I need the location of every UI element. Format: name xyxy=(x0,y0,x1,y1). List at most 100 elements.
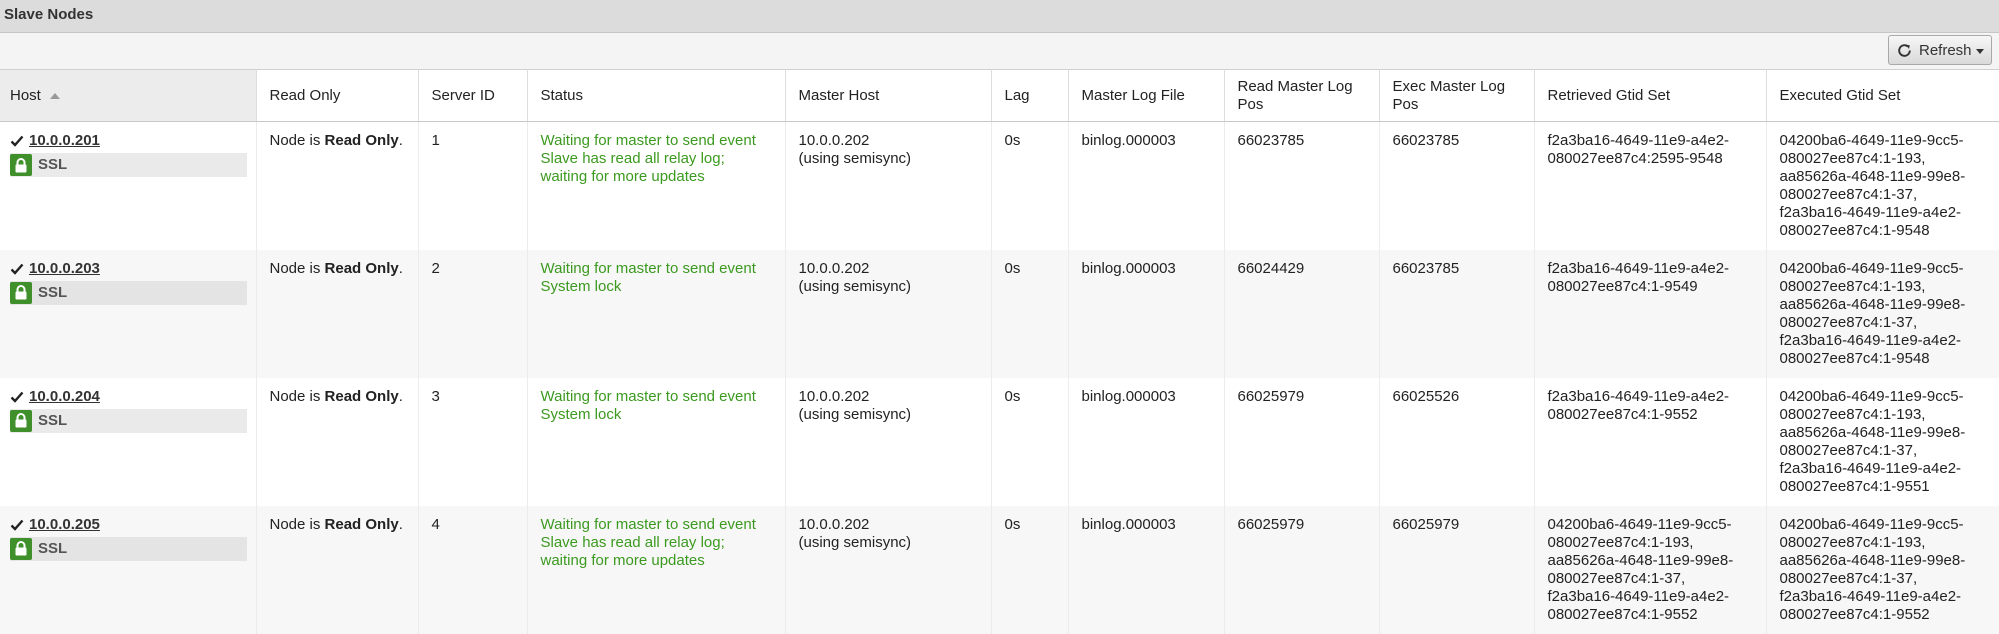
executed-gtid-set-cell: 04200ba6-4649-11e9-9cc5- 080027ee87c4:1-1… xyxy=(1766,377,1999,506)
executed-gtid-line: 080027ee87c4:1-193, xyxy=(1779,405,1926,423)
lock-icon xyxy=(10,281,32,304)
column-header-master-log-file[interactable]: Master Log File xyxy=(1068,69,1225,122)
retrieved-gtid-line: 080027ee87c4:1-9552 xyxy=(1547,605,1698,623)
host-cell: 10.0.0.203 SSL xyxy=(0,249,257,378)
column-header-lag[interactable]: Lag xyxy=(991,69,1069,122)
status-line-1: Waiting for master to send event xyxy=(540,387,756,405)
executed-gtid-line: 080027ee87c4:1-37, xyxy=(1779,441,1918,459)
column-header-server-id[interactable]: Server ID xyxy=(418,69,528,122)
status-line-1: Waiting for master to send event xyxy=(540,259,756,277)
ssl-label: SSL xyxy=(38,539,68,557)
executed-gtid-line: 080027ee87c4:1-9551 xyxy=(1779,477,1930,495)
executed-gtid-line: 080027ee87c4:1-193, xyxy=(1779,277,1926,295)
column-header-host-label: Host xyxy=(10,86,41,104)
exec-master-log-pos-cell: 66023785 xyxy=(1379,121,1535,250)
read-only-value: Read Only xyxy=(324,515,399,533)
master-host-value: 10.0.0.202 xyxy=(798,259,870,277)
executed-gtid-line: 04200ba6-4649-11e9-9cc5- xyxy=(1779,515,1964,533)
column-header-executed-gtid-set[interactable]: Executed Gtid Set xyxy=(1766,69,1999,122)
host-link[interactable]: 10.0.0.203 xyxy=(29,260,100,278)
status-line-1: Waiting for master to send event xyxy=(540,132,756,149)
status-line-1: Waiting for master to send event xyxy=(540,515,756,533)
ssl-indicator: SSL xyxy=(10,408,247,433)
exec-master-log-pos-cell: 66025979 xyxy=(1379,505,1535,634)
read-only-prefix: Node is xyxy=(269,515,325,533)
table-row: 10.0.0.205 SSL Node is Read Only. 4 Wait… xyxy=(0,505,1999,634)
read-only-prefix: Node is xyxy=(269,387,325,405)
lock-icon xyxy=(10,154,32,176)
table-row: 10.0.0.203 SSL Node is Read Only. 2 Wait… xyxy=(0,249,1999,378)
read-only-prefix: Node is xyxy=(269,132,325,149)
master-host-cell: 10.0.0.202 (using semisync) xyxy=(785,121,992,250)
executed-gtid-line: f2a3ba16-4649-11e9-a4e2- xyxy=(1779,331,1962,349)
executed-gtid-line: aa85626a-4648-11e9-99e8- xyxy=(1779,423,1966,441)
check-icon xyxy=(10,263,24,275)
panel-title: Slave Nodes xyxy=(4,6,94,23)
executed-gtid-line: 04200ba6-4649-11e9-9cc5- xyxy=(1779,132,1964,149)
master-host-value: 10.0.0.202 xyxy=(798,132,870,149)
retrieved-gtid-set-cell: f2a3ba16-4649-11e9-a4e2- 080027ee87c4:259… xyxy=(1534,121,1767,250)
host-link[interactable]: 10.0.0.201 xyxy=(29,132,100,150)
column-header-read-master-log-pos[interactable]: Read Master Log Pos xyxy=(1224,69,1380,122)
table-row: 10.0.0.201 SSL Node is Read Only. 1 Wait… xyxy=(0,121,1999,250)
ssl-label: SSL xyxy=(38,156,68,173)
read-only-cell: Node is Read Only. xyxy=(256,377,419,506)
column-header-master-host[interactable]: Master Host xyxy=(785,69,992,122)
host-cell: 10.0.0.205 SSL xyxy=(0,505,257,634)
lock-icon xyxy=(10,537,32,560)
server-id-cell: 4 xyxy=(418,505,528,634)
server-id-cell: 2 xyxy=(418,249,528,378)
read-master-log-pos-cell: 66025979 xyxy=(1224,377,1380,506)
retrieved-gtid-set-cell: 04200ba6-4649-11e9-9cc5- 080027ee87c4:1-1… xyxy=(1534,505,1767,634)
read-only-prefix: Node is xyxy=(269,259,325,277)
status-cell: Waiting for master to send event Slave h… xyxy=(527,505,786,634)
read-only-suffix: . xyxy=(398,387,403,405)
status-line-2: System lock xyxy=(540,405,622,423)
retrieved-gtid-line: 080027ee87c4:2595-9548 xyxy=(1547,150,1723,167)
chevron-down-icon[interactable] xyxy=(1976,49,1984,54)
read-only-value: Read Only xyxy=(324,259,399,277)
read-master-log-pos-cell: 66024429 xyxy=(1224,249,1380,378)
master-host-note: (using semisync) xyxy=(798,277,912,295)
master-host-cell: 10.0.0.202 (using semisync) xyxy=(785,249,992,378)
lag-cell: 0s xyxy=(991,377,1069,506)
column-header-read-only[interactable]: Read Only xyxy=(256,69,419,122)
host-link[interactable]: 10.0.0.205 xyxy=(29,516,100,534)
executed-gtid-line: aa85626a-4648-11e9-99e8- xyxy=(1779,295,1966,313)
refresh-label: Refresh xyxy=(1919,42,1972,59)
exec-master-log-pos-cell: 66025526 xyxy=(1379,377,1535,506)
toolbar: Refresh xyxy=(0,33,1999,69)
column-header-retrieved-gtid-set[interactable]: Retrieved Gtid Set xyxy=(1534,69,1767,122)
column-header-status[interactable]: Status xyxy=(527,69,786,122)
executed-gtid-line: 080027ee87c4:1-193, xyxy=(1779,150,1926,167)
status-line-2: Slave has read all relay log; waiting fo… xyxy=(540,533,725,569)
executed-gtid-line: 04200ba6-4649-11e9-9cc5- xyxy=(1779,259,1964,277)
executed-gtid-line: 04200ba6-4649-11e9-9cc5- xyxy=(1779,387,1964,405)
lag-cell: 0s xyxy=(991,505,1069,634)
read-master-log-pos-cell: 66025979 xyxy=(1224,505,1380,634)
master-log-file-cell: binlog.000003 xyxy=(1068,377,1225,506)
retrieved-gtid-line: f2a3ba16-4649-11e9-a4e2- xyxy=(1547,259,1730,277)
master-log-file-cell: binlog.000003 xyxy=(1068,121,1225,250)
ssl-indicator: SSL xyxy=(10,153,247,177)
table-row: 10.0.0.204 SSL Node is Read Only. 3 Wait… xyxy=(0,377,1999,506)
ssl-label: SSL xyxy=(38,283,68,301)
column-header-exec-master-log-pos[interactable]: Exec Master Log Pos xyxy=(1379,69,1535,122)
header-row: Host Read Only Server ID Status Master H… xyxy=(0,69,1999,122)
refresh-icon xyxy=(1898,44,1911,57)
retrieved-gtid-line: 080027ee87c4:1-37, xyxy=(1547,569,1686,587)
master-host-note: (using semisync) xyxy=(798,405,912,423)
host-link[interactable]: 10.0.0.204 xyxy=(29,388,100,406)
retrieved-gtid-line: 04200ba6-4649-11e9-9cc5- xyxy=(1547,515,1732,533)
executed-gtid-set-cell: 04200ba6-4649-11e9-9cc5- 080027ee87c4:1-1… xyxy=(1766,505,1999,634)
read-only-cell: Node is Read Only. xyxy=(256,121,419,250)
refresh-button[interactable]: Refresh xyxy=(1888,35,1992,65)
ssl-indicator: SSL xyxy=(10,280,247,305)
column-header-host[interactable]: Host xyxy=(0,69,257,122)
read-only-value: Read Only xyxy=(324,387,399,405)
executed-gtid-line: 080027ee87c4:1-37, xyxy=(1779,186,1918,203)
sort-ascending-icon xyxy=(49,92,60,99)
master-host-cell: 10.0.0.202 (using semisync) xyxy=(785,377,992,506)
executed-gtid-line: 080027ee87c4:1-37, xyxy=(1779,569,1918,587)
panel-header: Slave Nodes xyxy=(0,0,1999,33)
